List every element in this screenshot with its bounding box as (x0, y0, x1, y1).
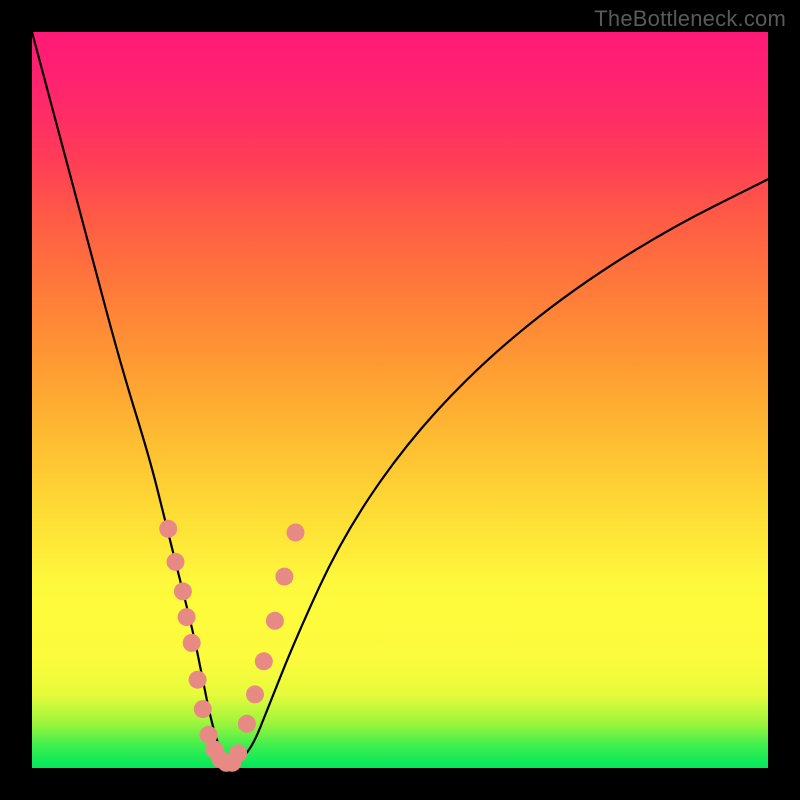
data-point (287, 524, 305, 542)
data-point (178, 608, 196, 626)
data-point (194, 700, 212, 718)
data-point (275, 568, 293, 586)
data-point (229, 744, 247, 762)
data-point (246, 685, 264, 703)
data-point (183, 634, 201, 652)
data-point (167, 553, 185, 571)
chart-frame: TheBottleneck.com (0, 0, 800, 800)
data-point (266, 612, 284, 630)
data-point (238, 715, 256, 733)
data-point (255, 652, 273, 670)
plot-area (32, 32, 768, 768)
data-point (174, 582, 192, 600)
data-point (189, 671, 207, 689)
bottleneck-curve (32, 32, 768, 763)
curve-layer (32, 32, 768, 768)
data-point (159, 520, 177, 538)
watermark-text: TheBottleneck.com (594, 6, 786, 32)
data-points-group (159, 520, 304, 772)
